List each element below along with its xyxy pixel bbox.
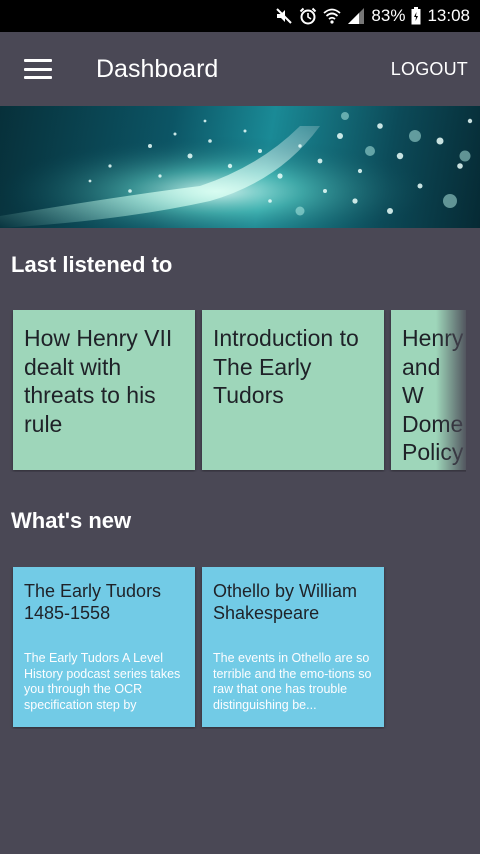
battery-icon: [411, 6, 421, 26]
series-card[interactable]: Othello by William Shakespeare The event…: [202, 567, 384, 727]
wifi-icon: [323, 6, 342, 26]
app-bar: Dashboard LOGOUT: [0, 32, 480, 106]
series-card[interactable]: The Early Tudors 1485-1558 The Early Tud…: [13, 567, 195, 727]
section-title-last-listened: Last listened to: [11, 252, 173, 277]
status-time: 13:08: [427, 6, 470, 25]
hamburger-menu-icon[interactable]: [24, 59, 52, 79]
series-card-title: The Early Tudors 1485-1558: [24, 581, 162, 623]
episode-card[interactable]: How Henry VII dealt with threats to his …: [13, 310, 195, 470]
logout-button[interactable]: LOGOUT: [391, 59, 468, 80]
episode-card-title: Introduction to The Early Tudors: [213, 325, 359, 408]
carousel-clip: [466, 310, 480, 472]
whats-new-list: The Early Tudors 1485-1558 The Early Tud…: [0, 567, 480, 729]
series-card-description: The Early Tudors A Level History podcast…: [24, 651, 181, 712]
signal-icon: [347, 6, 365, 26]
banner-image: [0, 106, 480, 228]
series-card-title: Othello by William Shakespeare: [213, 581, 358, 623]
last-listened-carousel[interactable]: How Henry VII dealt with threats to his …: [0, 310, 480, 472]
series-card-description: The events in Othello are so terrible an…: [213, 651, 372, 712]
page-title: Dashboard: [96, 54, 219, 83]
battery-percentage: 83%: [371, 6, 406, 25]
alarm-icon: [299, 6, 317, 26]
status-bar: 83% 13:08: [0, 0, 480, 32]
episode-card[interactable]: Introduction to The Early Tudors: [202, 310, 384, 470]
section-title-whats-new: What's new: [11, 508, 132, 533]
mute-icon: [275, 6, 293, 26]
carousel-fade-edge: [436, 310, 466, 470]
episode-card-title: How Henry VII dealt with threats to his …: [24, 325, 173, 437]
